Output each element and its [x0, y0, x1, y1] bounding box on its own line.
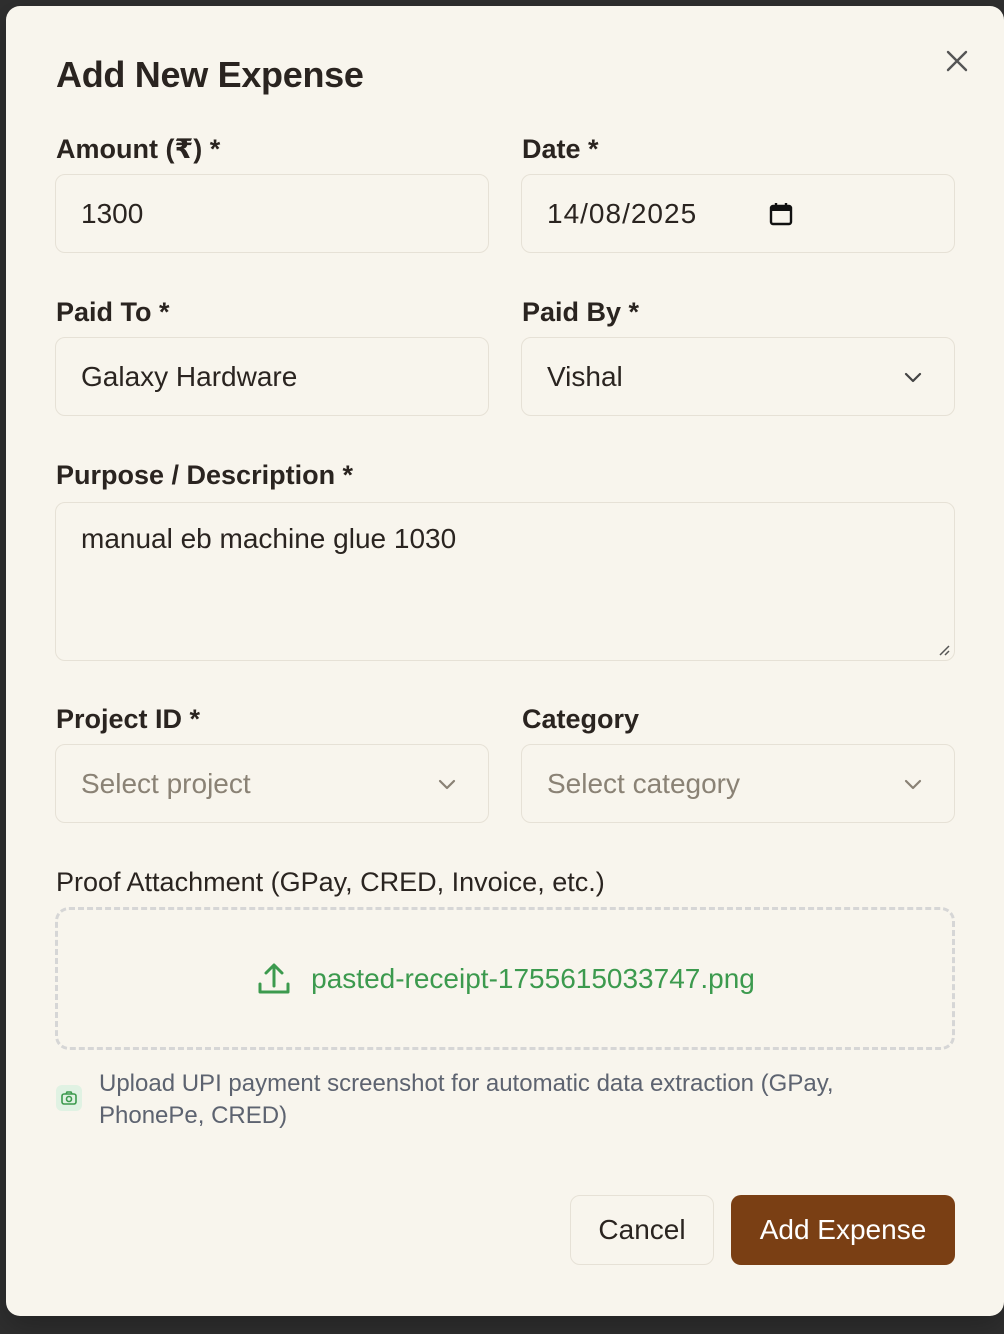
amount-input[interactable]: 1300	[55, 174, 489, 253]
project-label: Project ID *	[56, 704, 201, 734]
close-icon	[946, 50, 968, 72]
close-button[interactable]	[942, 46, 972, 76]
date-value: 14/08/2025	[547, 197, 698, 229]
chevron-down-icon	[438, 779, 456, 790]
purpose-value: manual eb machine glue 1030	[81, 523, 457, 554]
paid-by-label: Paid By *	[522, 297, 640, 327]
date-input[interactable]: 14/08/2025	[521, 174, 955, 253]
upload-hint-text: Upload UPI payment screenshot for automa…	[99, 1070, 834, 1129]
camera-icon-badge	[56, 1085, 82, 1111]
category-placeholder: Select category	[547, 767, 740, 799]
attachment-file-name: pasted-receipt-1755615033747.png	[311, 962, 755, 994]
camera-icon	[61, 1091, 77, 1105]
paid-to-input[interactable]: Galaxy Hardware	[55, 337, 489, 416]
attachment-dropzone[interactable]: pasted-receipt-1755615033747.png	[55, 907, 955, 1050]
chevron-down-icon	[904, 779, 922, 790]
dialog-title: Add New Expense	[56, 54, 364, 95]
attachment-label: Proof Attachment (GPay, CRED, Invoice, e…	[56, 867, 605, 897]
chevron-down-icon	[904, 372, 922, 383]
paid-by-value: Vishal	[547, 360, 623, 392]
add-expense-dialog: Add New Expense Amount (₹) * 1300 Date *…	[6, 6, 1004, 1316]
paid-by-select[interactable]: Vishal	[521, 337, 955, 416]
category-select[interactable]: Select category	[521, 744, 955, 823]
project-placeholder: Select project	[81, 767, 251, 799]
calendar-icon[interactable]	[768, 201, 794, 227]
paid-to-label: Paid To *	[56, 297, 170, 327]
cancel-button[interactable]: Cancel	[570, 1195, 714, 1265]
amount-label: Amount (₹) *	[56, 134, 221, 164]
purpose-label: Purpose / Description *	[56, 460, 354, 490]
purpose-textarea[interactable]: manual eb machine glue 1030	[55, 502, 955, 661]
category-label: Category	[522, 704, 640, 734]
project-select[interactable]: Select project	[55, 744, 489, 823]
paid-to-value: Galaxy Hardware	[81, 360, 298, 392]
add-expense-button[interactable]: Add Expense	[731, 1195, 955, 1265]
resize-grip-icon[interactable]	[936, 642, 950, 656]
upload-icon	[258, 963, 290, 993]
amount-value: 1300	[81, 197, 144, 229]
date-label: Date *	[522, 134, 599, 164]
